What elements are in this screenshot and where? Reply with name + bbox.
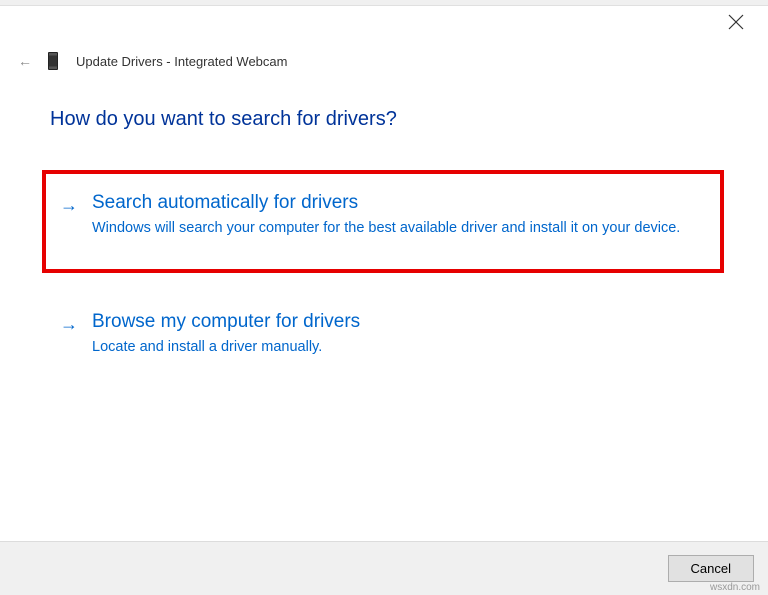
close-icon — [728, 14, 744, 30]
option-body: Browse my computer for drivers Locate an… — [92, 311, 696, 358]
wizard-header: ← Update Drivers - Integrated Webcam — [18, 52, 287, 70]
cancel-button[interactable]: Cancel — [668, 555, 754, 582]
wizard-title: Update Drivers - Integrated Webcam — [76, 54, 287, 69]
option-search-automatically[interactable]: → Search automatically for drivers Windo… — [42, 170, 724, 273]
option-title: Search automatically for drivers — [92, 192, 696, 214]
close-button[interactable] — [728, 14, 748, 34]
dialog-footer: Cancel — [0, 541, 768, 595]
page-heading: How do you want to search for drivers? — [50, 108, 397, 131]
option-title: Browse my computer for drivers — [92, 311, 696, 333]
arrow-right-icon: → — [60, 192, 78, 239]
back-arrow-icon: ← — [18, 53, 32, 69]
window-top-strip — [0, 0, 768, 6]
options-list: → Search automatically for drivers Windo… — [42, 170, 724, 380]
option-desc: Locate and install a driver manually. — [92, 337, 696, 358]
option-desc: Windows will search your computer for th… — [92, 218, 696, 239]
device-icon — [48, 52, 58, 70]
watermark: wsxdn.com — [710, 582, 760, 593]
option-body: Search automatically for drivers Windows… — [92, 192, 696, 239]
option-browse-computer[interactable]: → Browse my computer for drivers Locate … — [42, 289, 724, 380]
arrow-right-icon: → — [60, 311, 78, 358]
